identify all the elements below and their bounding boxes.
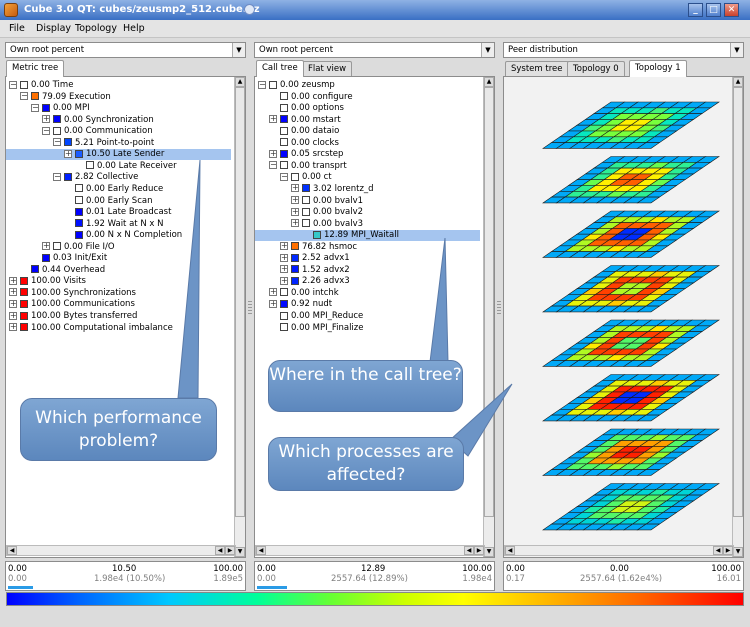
callout-pointer-calltree	[429, 237, 449, 363]
callout-calltree: Where in the call tree?	[268, 360, 463, 412]
callout-performance: Which performance problem?	[20, 398, 217, 461]
callout-pointers	[177, 159, 513, 457]
callout-processes: Which processes are affected?	[268, 437, 464, 491]
callout-pointer-performance	[177, 159, 201, 399]
